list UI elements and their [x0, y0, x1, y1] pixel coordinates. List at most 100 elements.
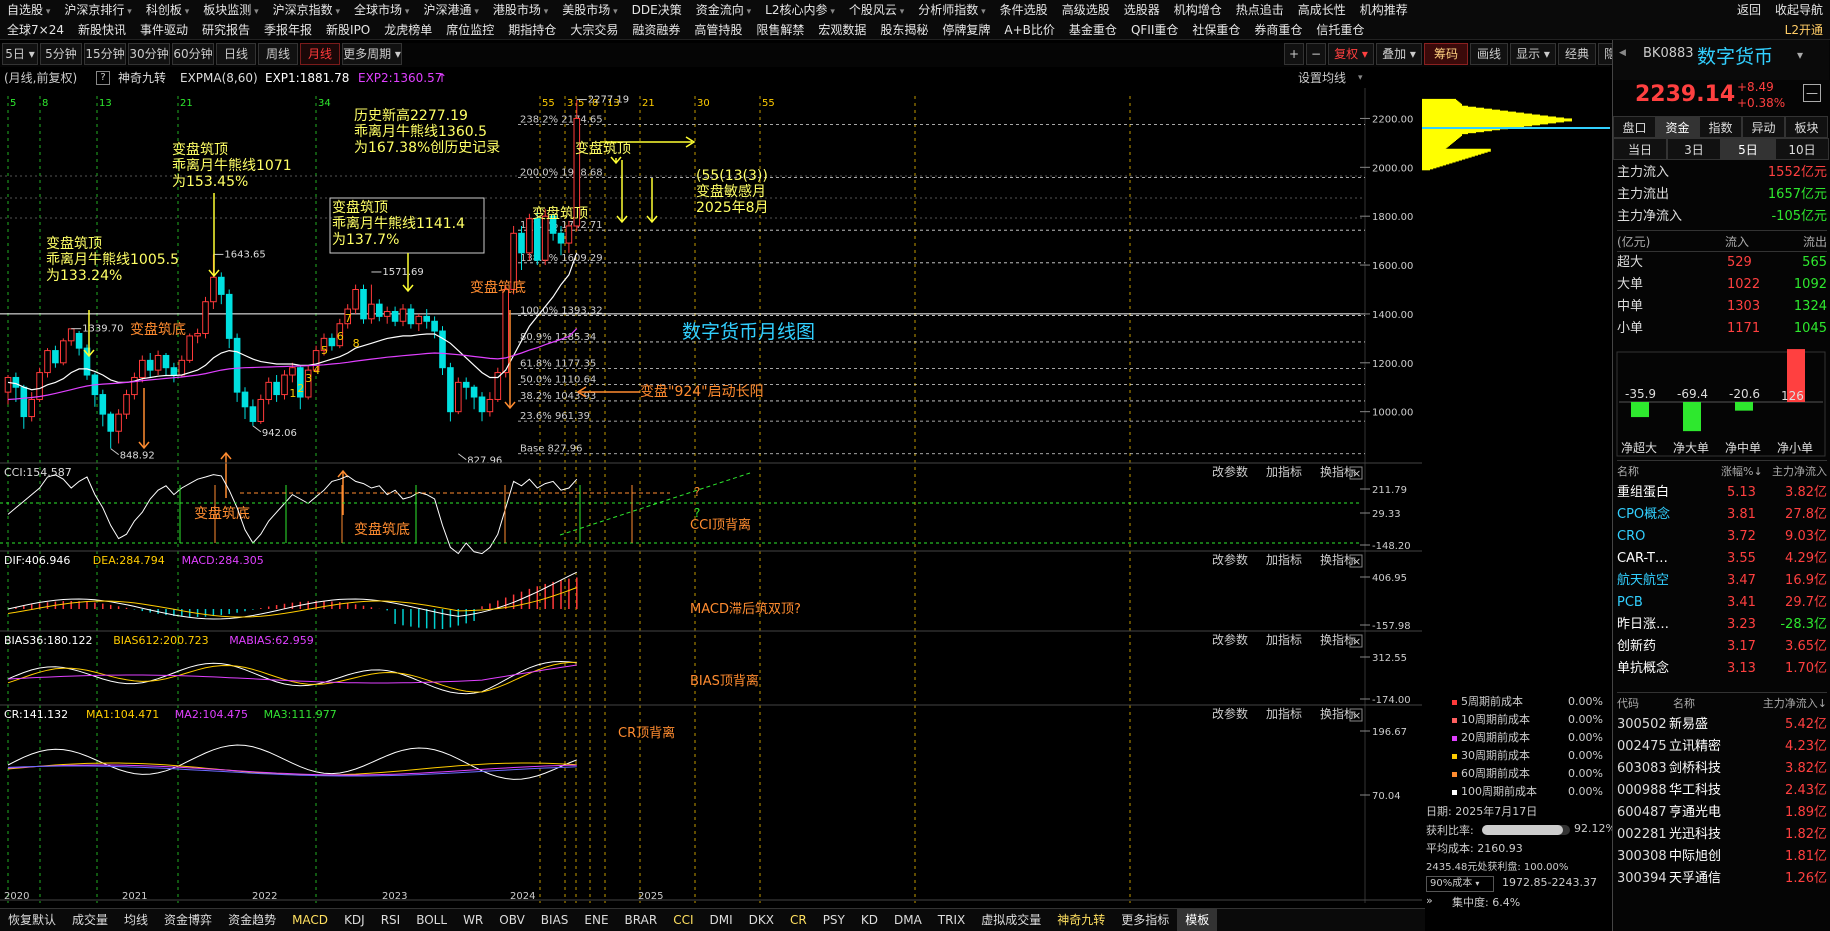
menu2-item-1[interactable]: 新股快讯	[71, 20, 133, 40]
panel-tool-0[interactable]: 改参数	[1212, 464, 1248, 479]
indicator-tab-12[interactable]: ENE	[576, 909, 616, 931]
indicator-tab-16[interactable]: DKX	[741, 909, 782, 931]
menu2-item-14[interactable]: 股东揭秘	[873, 20, 935, 40]
menu2-item-2[interactable]: 事件驱动	[133, 20, 195, 40]
period-tab-2[interactable]: 5日	[1721, 138, 1775, 160]
indicator-tab-7[interactable]: RSI	[373, 909, 409, 931]
stock-row[interactable]: 600487 亨通光电 1.89亿	[1617, 802, 1827, 824]
side-tab-2[interactable]: 指数	[1699, 116, 1742, 138]
indicator-tab-5[interactable]: MACD	[284, 909, 336, 931]
indicator-tab-22[interactable]: 虚拟成交量	[973, 909, 1049, 931]
sector-row[interactable]: PCB 3.41 29.7亿	[1617, 592, 1827, 614]
panel-tool-0[interactable]: 改参数	[1212, 706, 1248, 721]
tool-button-5[interactable]: 画线	[1470, 43, 1508, 65]
help-icon[interactable]: ?	[96, 71, 110, 85]
tool-button-1[interactable]: −	[1306, 43, 1326, 65]
menu2-item-13[interactable]: 宏观数据	[811, 20, 873, 40]
menu-item-16[interactable]: 选股器	[1117, 0, 1167, 20]
indicator-tab-14[interactable]: CCI	[665, 909, 701, 931]
menu2-item-10[interactable]: 融资融券	[625, 20, 687, 40]
indicator-tab-19[interactable]: KD	[853, 909, 886, 931]
menu2-item-7[interactable]: 席位监控	[439, 20, 501, 40]
menu2-item-15[interactable]: 停牌复牌	[935, 20, 997, 40]
menu2-item-19[interactable]: 社保重仓	[1185, 20, 1247, 40]
ma-settings-button[interactable]: 设置均线	[1298, 68, 1346, 88]
indicator-tab-9[interactable]: WR	[455, 909, 491, 931]
side-tab-0[interactable]: 盘口	[1613, 116, 1656, 138]
indicator-tab-1[interactable]: 成交量	[64, 909, 116, 931]
menu2-item-20[interactable]: 券商重仓	[1247, 20, 1309, 40]
indicator-tab-3[interactable]: 资金博弈	[156, 909, 220, 931]
sector-row[interactable]: 航天航空 3.47 16.9亿	[1617, 570, 1827, 592]
panel-tool-1[interactable]: 加指标	[1266, 632, 1302, 647]
period-button-8[interactable]: 更多周期 ▾	[342, 43, 402, 65]
panel-tool-1[interactable]: 加指标	[1266, 706, 1302, 721]
panel-tool-2[interactable]: 换指标	[1320, 706, 1356, 721]
menu2-item-0[interactable]: 全球7×24	[0, 20, 71, 40]
stock-row[interactable]: 300394 天孚通信 1.26亿	[1617, 868, 1827, 890]
period-button-1[interactable]: 5分钟	[40, 43, 82, 65]
period-button-3[interactable]: 30分钟	[128, 43, 170, 65]
panel-tool-1[interactable]: 加指标	[1266, 552, 1302, 567]
panel-tool-0[interactable]: 改参数	[1212, 632, 1248, 647]
sector-row[interactable]: 创新药 3.17 3.65亿	[1617, 636, 1827, 658]
sector-row[interactable]: 重组蛋白 5.13 3.82亿	[1617, 482, 1827, 504]
stock-row[interactable]: 002281 光迅科技 1.82亿	[1617, 824, 1827, 846]
indicator-tab-6[interactable]: KDJ	[336, 909, 373, 931]
menu-item-21[interactable]: 收起导航	[1768, 0, 1830, 20]
panel-tool-2[interactable]: 换指标	[1320, 552, 1356, 567]
stock-row[interactable]: 000988 华工科技 2.43亿	[1617, 780, 1827, 802]
indicator-tab-8[interactable]: BOLL	[408, 909, 455, 931]
sector-row[interactable]: CRO 3.72 9.03亿	[1617, 526, 1827, 548]
tool-button-0[interactable]: +	[1284, 43, 1304, 65]
period-tab-0[interactable]: 当日	[1613, 138, 1667, 160]
dropdown-icon[interactable]: ▾	[1797, 48, 1803, 62]
tool-button-3[interactable]: 叠加 ▾	[1376, 43, 1422, 65]
menu-item-11[interactable]: L2核心内参	[758, 0, 842, 20]
indicator-tab-18[interactable]: PSY	[815, 909, 853, 931]
sector-row[interactable]: CAR-T… 3.55 4.29亿	[1617, 548, 1827, 570]
chart-area[interactable]: 5 8 13 21 34 55 3 5 8 13 21 30 55238.2% 2174.65200.0…	[0, 88, 1425, 903]
period-button-5[interactable]: 日线	[216, 43, 256, 65]
stock-row[interactable]: 300502 新易盛 5.42亿	[1617, 714, 1827, 736]
side-tab-4[interactable]: 板块	[1785, 116, 1828, 138]
minimize-icon[interactable]: —	[1803, 84, 1821, 102]
side-tab-3[interactable]: 异动	[1742, 116, 1785, 138]
stock-row[interactable]: 300308 中际旭创 1.81亿	[1617, 846, 1827, 868]
menu-item-10[interactable]: 资金流向	[689, 0, 758, 20]
cost-select[interactable]: 90%成本 ▾	[1426, 876, 1494, 892]
sector-row[interactable]: CPO概念 3.81 27.8亿	[1617, 504, 1827, 526]
indicator-tab-15[interactable]: DMI	[701, 909, 740, 931]
sector-row[interactable]: 昨日涨… 3.23 -28.3亿	[1617, 614, 1827, 636]
collapse-icon[interactable]: ◀	[1619, 48, 1626, 58]
period-button-0[interactable]: 5日 ▾	[2, 43, 38, 65]
stock-row[interactable]: 002475 立讯精密 4.23亿	[1617, 736, 1827, 758]
indicator-tab-11[interactable]: BIAS	[533, 909, 577, 931]
menu-item-18[interactable]: 热点追击	[1229, 0, 1291, 20]
menu-item-8[interactable]: 美股市场	[555, 0, 624, 20]
menu-item-20[interactable]: 机构推荐	[1353, 0, 1415, 20]
period-tab-1[interactable]: 3日	[1667, 138, 1721, 160]
menu-item-4[interactable]: 沪深京指数	[266, 0, 347, 20]
period-button-6[interactable]: 周线	[258, 43, 298, 65]
menu-item-14[interactable]: 条件选股	[993, 0, 1055, 20]
indicator-tab-25[interactable]: 模板	[1177, 909, 1218, 931]
period-button-7[interactable]: 月线	[300, 43, 340, 65]
tool-button-6[interactable]: 显示 ▾	[1510, 43, 1556, 65]
indicator-tab-17[interactable]: CR	[782, 909, 815, 931]
menu-item-2[interactable]: 科创板	[139, 0, 196, 20]
menu-item-9[interactable]: DDE决策	[625, 0, 689, 20]
menu2-item-8[interactable]: 期指持仓	[501, 20, 563, 40]
menu-item-22[interactable]: 返回	[1730, 0, 1768, 20]
period-tab-3[interactable]: 10日	[1775, 138, 1829, 160]
panel-tool-2[interactable]: 换指标	[1320, 464, 1356, 479]
menu2-item-18[interactable]: QFII重仓	[1124, 20, 1185, 40]
menu-item-0[interactable]: 自选股	[0, 0, 57, 20]
menu-item-13[interactable]: 分析师指数	[911, 0, 992, 20]
stock-row[interactable]: 603083 剑桥科技 3.82亿	[1617, 758, 1827, 780]
menu2-item-4[interactable]: 季报年报	[257, 20, 319, 40]
tool-button-2[interactable]: 复权 ▾	[1328, 43, 1374, 65]
menu2-item-6[interactable]: 龙虎榜单	[377, 20, 439, 40]
indicator-tab-4[interactable]: 资金趋势	[220, 909, 284, 931]
menu-item-3[interactable]: 板块监测	[196, 0, 265, 20]
